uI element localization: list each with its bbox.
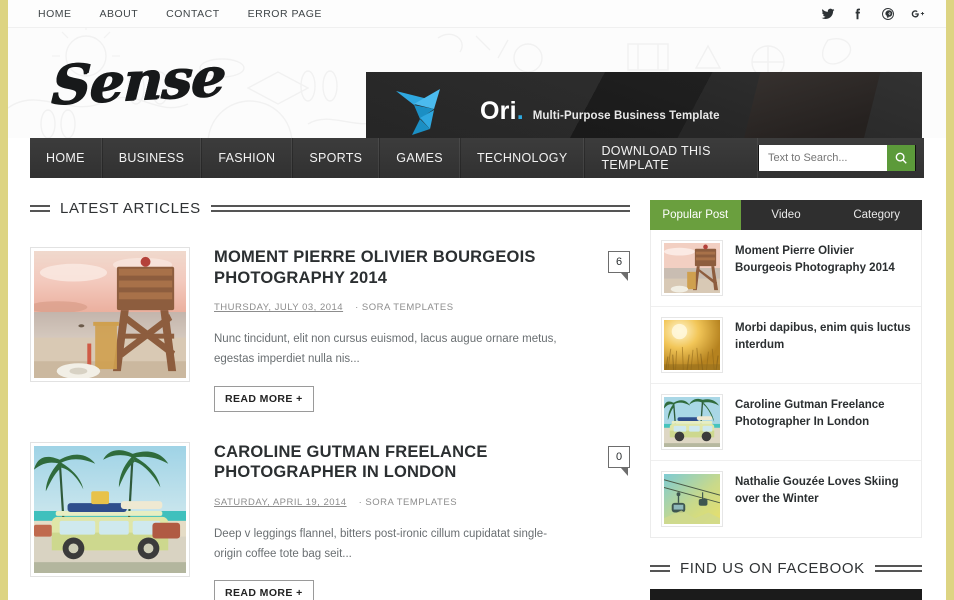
mainnav-item-download-template[interactable]: DOWNLOAD THIS TEMPLATE	[584, 138, 758, 178]
popular-post-title[interactable]: Caroline Gutman Freelance Photographer I…	[735, 394, 911, 450]
article-author: SORA TEMPLATES	[359, 497, 457, 508]
page-sheet: HOME ABOUT CONTACT ERROR PAGE	[8, 0, 946, 600]
golden-field-sunlight-photo	[664, 320, 720, 370]
read-more-button[interactable]: READ MORE +	[214, 386, 314, 412]
banner-dot: .	[517, 97, 524, 126]
main-column: LATEST ARTICLES	[30, 200, 630, 600]
mainnav-item-technology[interactable]: TECHNOLOGY	[460, 138, 585, 178]
article-meta: THURSDAY, JULY 03, 2014 SORA TEMPLATES	[214, 302, 630, 313]
vintage-van-palm-trees-photo	[664, 397, 720, 447]
facebook-icon[interactable]	[844, 1, 872, 27]
popular-post-thumbnail	[661, 471, 723, 527]
vintage-van-palm-trees-photo	[34, 446, 186, 573]
article-author: SORA TEMPLATES	[355, 302, 453, 313]
banner-title: Ori	[480, 97, 517, 126]
topnav-item-error-page[interactable]: ERROR PAGE	[234, 1, 336, 27]
search-box	[758, 145, 916, 171]
heading-bars-icon	[30, 205, 50, 212]
mainnav-item-fashion[interactable]: FASHION	[201, 138, 292, 178]
twitter-icon[interactable]	[814, 1, 842, 27]
latest-articles-heading: LATEST ARTICLES	[30, 200, 630, 217]
article-body: MOMENT PIERRE OLIVIER BOURGEOIS PHOTOGRA…	[214, 247, 630, 412]
mainnav-item-sports[interactable]: SPORTS	[292, 138, 379, 178]
googleplus-icon[interactable]	[904, 1, 932, 27]
ski-gondola-photo	[664, 474, 720, 524]
mainnav-item-business[interactable]: BUSINESS	[102, 138, 202, 178]
search-icon	[894, 151, 908, 165]
article-item: CAROLINE GUTMAN FREELANCE PHOTOGRAPHER I…	[30, 442, 630, 600]
article-excerpt: Deep v leggings flannel, bitters post-ir…	[214, 524, 574, 564]
content-columns: LATEST ARTICLES	[8, 200, 946, 600]
page-frame: HOME ABOUT CONTACT ERROR PAGE	[0, 0, 954, 600]
tab-popular-post[interactable]: Popular Post	[650, 200, 741, 230]
facebook-heading: FIND US ON FACEBOOK	[650, 560, 922, 577]
article-item: MOMENT PIERRE OLIVIER BOURGEOIS PHOTOGRA…	[30, 247, 630, 412]
tab-video[interactable]: Video	[741, 200, 832, 230]
article-meta: SATURDAY, APRIL 19, 2014 SORA TEMPLATES	[214, 497, 630, 508]
popular-post-thumbnail	[661, 317, 723, 373]
site-logo[interactable]: Sense	[50, 58, 222, 112]
top-bar: HOME ABOUT CONTACT ERROR PAGE	[8, 0, 946, 28]
heading-rule	[875, 565, 922, 572]
article-body: CAROLINE GUTMAN FREELANCE PHOTOGRAPHER I…	[214, 442, 630, 600]
list-item[interactable]: Caroline Gutman Freelance Photographer I…	[651, 384, 921, 461]
mainnav-item-home[interactable]: HOME	[30, 138, 102, 178]
header-band: Sense Ori . Multi-Purpose Business Templ…	[8, 28, 946, 138]
read-more-button[interactable]: READ MORE +	[214, 580, 314, 600]
site-logo-text: Sense	[50, 49, 226, 112]
sidebar: Popular Post Video Category	[650, 200, 922, 600]
sidebar-tabs: Popular Post Video Category	[650, 200, 922, 230]
popular-post-list: Moment Pierre Olivier Bourgeois Photogra…	[650, 230, 922, 538]
mainnav-item-games[interactable]: GAMES	[379, 138, 460, 178]
article-date: SATURDAY, APRIL 19, 2014	[214, 497, 347, 508]
tab-category[interactable]: Category	[831, 200, 922, 230]
heading-rule	[211, 205, 630, 212]
facebook-title: FIND US ON FACEBOOK	[680, 560, 865, 577]
topnav-item-contact[interactable]: CONTACT	[152, 1, 233, 27]
banner-text: Ori . Multi-Purpose Business Template	[480, 97, 720, 126]
social-links	[814, 1, 932, 27]
header-banner-ad[interactable]: Ori . Multi-Purpose Business Template	[366, 72, 922, 138]
popular-post-thumbnail	[661, 240, 723, 296]
main-navigation: HOME BUSINESS FASHION SPORTS GAMES TECHN…	[30, 138, 924, 178]
lifeguard-tower-sunset-photo	[34, 251, 186, 378]
topnav-item-home[interactable]: HOME	[30, 1, 86, 27]
lifeguard-tower-sunset-photo	[664, 243, 720, 293]
article-thumbnail[interactable]	[30, 247, 190, 382]
popular-post-title[interactable]: Moment Pierre Olivier Bourgeois Photogra…	[735, 240, 911, 296]
page-title: LATEST ARTICLES	[60, 200, 201, 217]
article-thumbnail[interactable]	[30, 442, 190, 577]
pinterest-icon[interactable]	[874, 1, 902, 27]
topnav-item-about[interactable]: ABOUT	[86, 1, 153, 27]
article-title[interactable]: MOMENT PIERRE OLIVIER BOURGEOIS PHOTOGRA…	[214, 247, 630, 288]
article-date: THURSDAY, JULY 03, 2014	[214, 302, 343, 313]
banner-subtitle: Multi-Purpose Business Template	[533, 110, 720, 122]
popular-post-title[interactable]: Morbi dapibus, enim quis luctus interdum	[735, 317, 911, 373]
search-input[interactable]	[759, 145, 887, 171]
popular-post-title[interactable]: Nathalie Gouzée Loves Skiing over the Wi…	[735, 471, 911, 527]
list-item[interactable]: Moment Pierre Olivier Bourgeois Photogra…	[651, 230, 921, 307]
article-title[interactable]: CAROLINE GUTMAN FREELANCE PHOTOGRAPHER I…	[214, 442, 630, 483]
comment-count-badge[interactable]: 6	[608, 251, 630, 273]
comment-count-badge[interactable]: 0	[608, 446, 630, 468]
facebook-widget[interactable]	[650, 589, 922, 600]
search-button[interactable]	[887, 145, 915, 171]
list-item[interactable]: Morbi dapibus, enim quis luctus interdum	[651, 307, 921, 384]
article-excerpt: Nunc tincidunt, elit non cursus euismod,…	[214, 329, 574, 369]
top-navigation: HOME ABOUT CONTACT ERROR PAGE	[30, 1, 336, 27]
list-item[interactable]: Nathalie Gouzée Loves Skiing over the Wi…	[651, 461, 921, 537]
origami-bird-icon	[394, 85, 464, 137]
popular-post-thumbnail	[661, 394, 723, 450]
heading-bars-icon	[650, 565, 670, 572]
